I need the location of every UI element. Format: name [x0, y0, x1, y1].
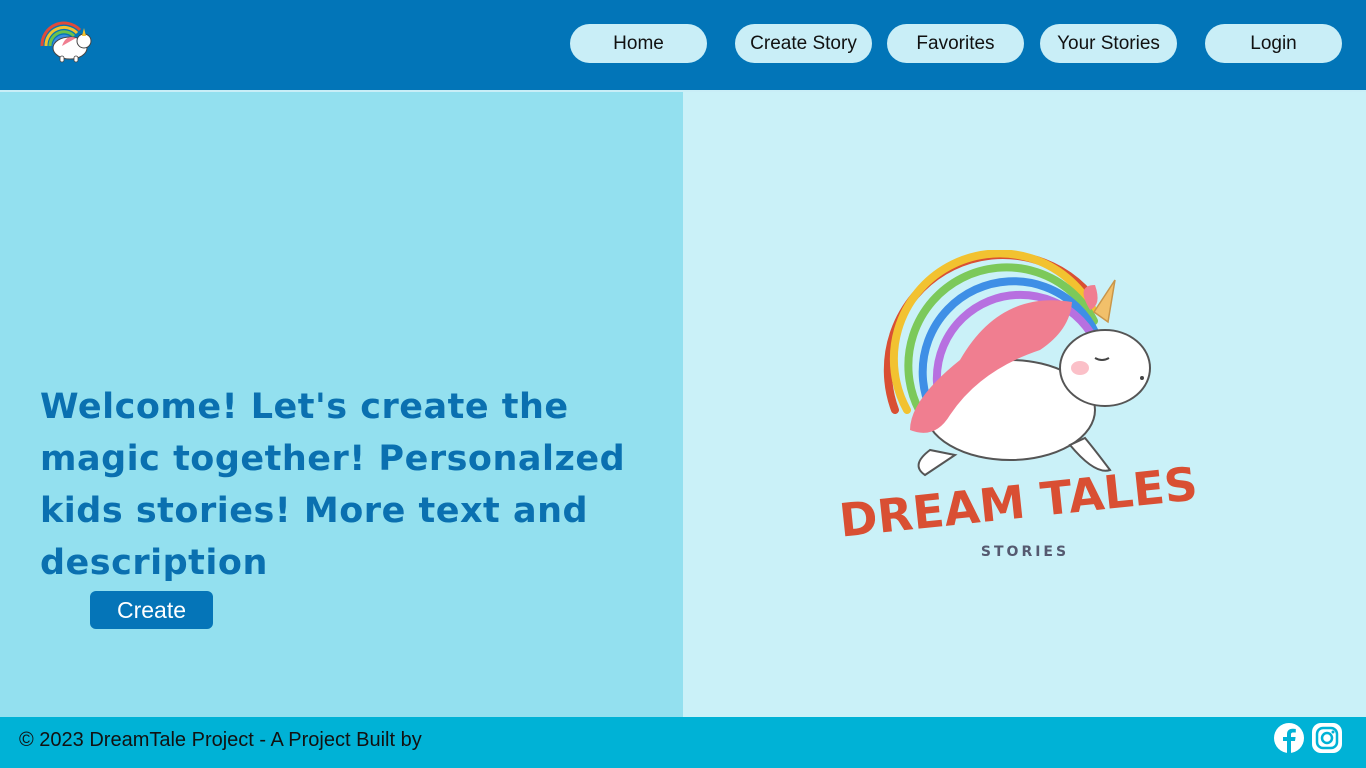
instagram-icon[interactable]: [1311, 722, 1343, 754]
brand-title: DREAM TALES: [840, 456, 1200, 547]
unicorn-logo-icon[interactable]: [36, 16, 94, 66]
facebook-icon[interactable]: [1273, 722, 1305, 754]
hero-headline: Welcome! Let's create the magic together…: [40, 387, 626, 583]
nav-login-button[interactable]: Login: [1205, 24, 1342, 63]
nav-your-stories-button[interactable]: Your Stories: [1040, 24, 1177, 63]
footer-copyright: © 2023 DreamTale Project - A Project Bui…: [19, 729, 422, 751]
nav-create-story-button[interactable]: Create Story: [735, 24, 872, 63]
nav-favorites-button[interactable]: Favorites: [887, 24, 1024, 63]
create-button[interactable]: Create: [90, 591, 213, 629]
dream-tales-logo: DREAM TALES STORIES: [840, 250, 1200, 560]
nav-home-button[interactable]: Home: [570, 24, 707, 63]
brand-subtitle: STORIES: [981, 544, 1069, 560]
